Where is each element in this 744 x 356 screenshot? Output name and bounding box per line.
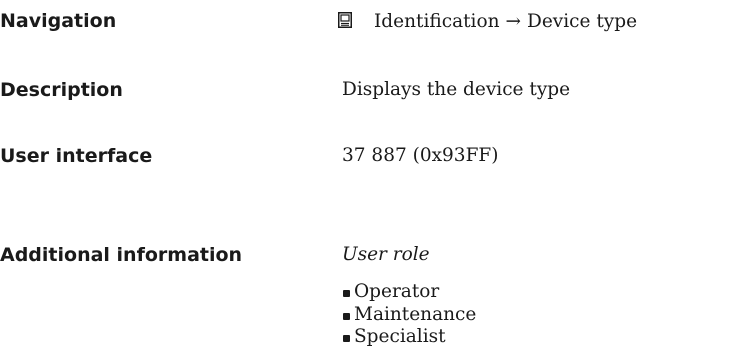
- list-item: Specialist: [342, 326, 476, 349]
- additional-information-label: Additional information: [0, 244, 243, 266]
- list-item: Maintenance: [342, 304, 476, 327]
- bullet-icon: [343, 290, 350, 297]
- bullet-icon: [343, 312, 350, 320]
- user-role-list: Operator Maintenance Specialist: [342, 281, 476, 349]
- navigation-label: Navigation: [0, 10, 117, 32]
- role-label: Specialist: [354, 326, 446, 347]
- description-value: Displays the device type: [342, 79, 571, 100]
- navigation-path: Identification → Device type: [374, 11, 637, 32]
- role-label: Operator: [354, 281, 440, 302]
- nav-path-end: Device type: [527, 11, 638, 32]
- user-interface-label: User interface: [0, 145, 153, 167]
- display-menu-icon: [338, 12, 352, 28]
- user-role-subtitle: User role: [342, 244, 430, 265]
- role-label: Maintenance: [354, 303, 477, 325]
- list-item: Operator: [342, 281, 476, 304]
- bullet-icon: [343, 335, 350, 342]
- user-interface-value: 37 887 (0x93FF): [342, 145, 499, 166]
- nav-path-start: Identification: [374, 11, 500, 32]
- nav-arrow-icon: →: [505, 11, 522, 32]
- description-label: Description: [0, 79, 123, 101]
